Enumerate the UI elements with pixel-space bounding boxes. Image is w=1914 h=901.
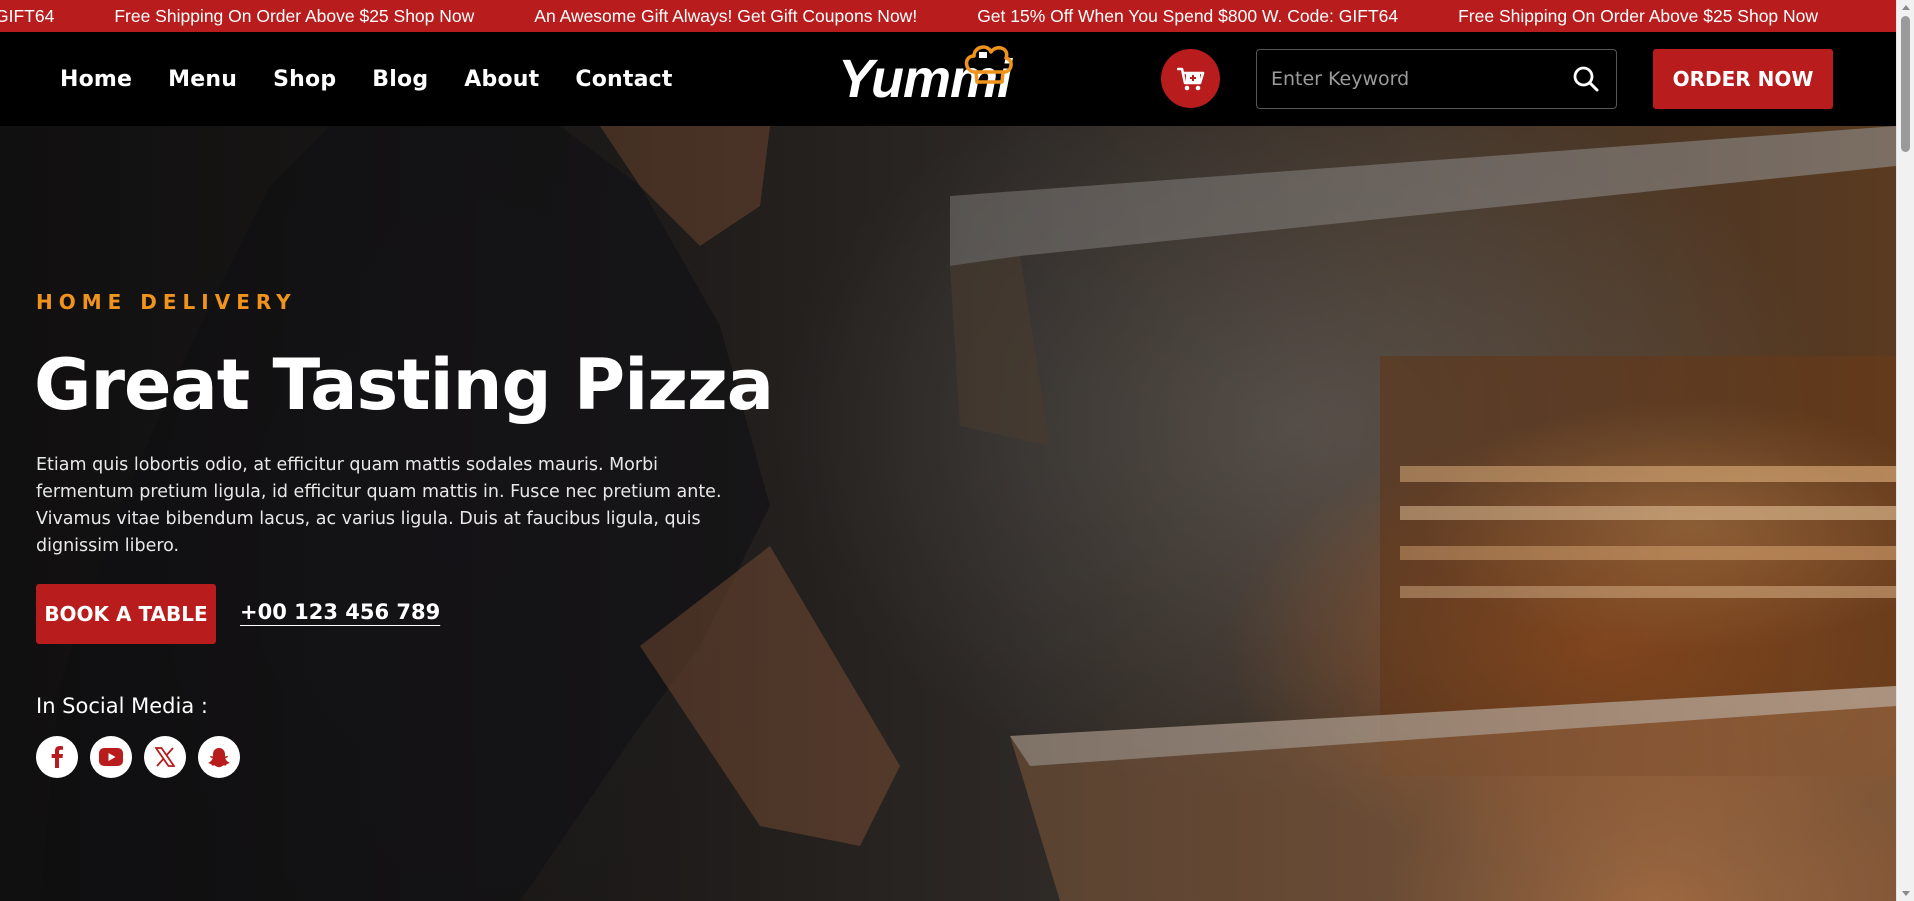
nav-menu[interactable]: Menu [168,67,237,92]
nav-shop[interactable]: Shop [273,67,336,92]
chef-hat-icon [964,45,1013,84]
youtube-icon [99,748,123,766]
promo-ticker: GIFT64 Free Shipping On Order Above $25 … [0,0,1896,32]
scroll-down-arrow-icon[interactable] [1902,891,1910,896]
ticker-track: GIFT64 Free Shipping On Order Above $25 … [0,0,1878,32]
ticker-item: Free Shipping On Order Above $25 Shop No… [1458,6,1819,26]
facebook-button[interactable] [36,736,78,778]
nav-contact[interactable]: Contact [575,67,672,92]
hero-title: Great Tasting Pizza [34,344,774,426]
hero-eyebrow: HOME DELIVERY [36,290,297,314]
social-media-title: In Social Media : [36,694,208,718]
snapchat-icon [208,747,230,767]
hero-section: HOME DELIVERY Great Tasting Pizza Etiam … [0,126,1896,901]
snapchat-button[interactable] [198,736,240,778]
x-icon [155,747,175,767]
site-header: Home Menu Shop Blog About Contact Yummi … [0,32,1896,126]
nav-home[interactable]: Home [60,67,132,92]
ticker-item: Free Shipping On Order Above $25 Shop No… [114,6,475,26]
facebook-icon [51,746,63,768]
order-now-button[interactable]: ORDER NOW [1653,49,1833,109]
page-scrollbar[interactable] [1896,0,1914,901]
search-icon[interactable] [1572,65,1600,93]
book-table-button[interactable]: BOOK A TABLE [36,584,216,644]
cart-plus-icon [1176,67,1204,90]
search-input[interactable] [1257,50,1557,107]
cart-button[interactable] [1161,49,1220,108]
social-links [36,736,240,778]
ticker-item: An Awesome Gift Always! Get Gift Coupons… [534,6,918,26]
phone-link[interactable]: +00 123 456 789 [240,600,440,624]
scrollbar-thumb[interactable] [1901,16,1910,152]
main-nav: Home Menu Shop Blog About Contact [60,32,673,126]
search-box [1256,49,1617,109]
ticker-item: Get 15% Off When You Spend $800 W. Code:… [977,6,1399,26]
x-button[interactable] [144,736,186,778]
nav-about[interactable]: About [464,67,539,92]
youtube-button[interactable] [90,736,132,778]
hero-description: Etiam quis lobortis odio, at efficitur q… [36,455,722,556]
nav-blog[interactable]: Blog [372,67,428,92]
ticker-item: GIFT64 [0,6,55,26]
scroll-up-arrow-icon[interactable] [1902,5,1910,10]
site-logo[interactable]: Yummi [836,40,1016,120]
